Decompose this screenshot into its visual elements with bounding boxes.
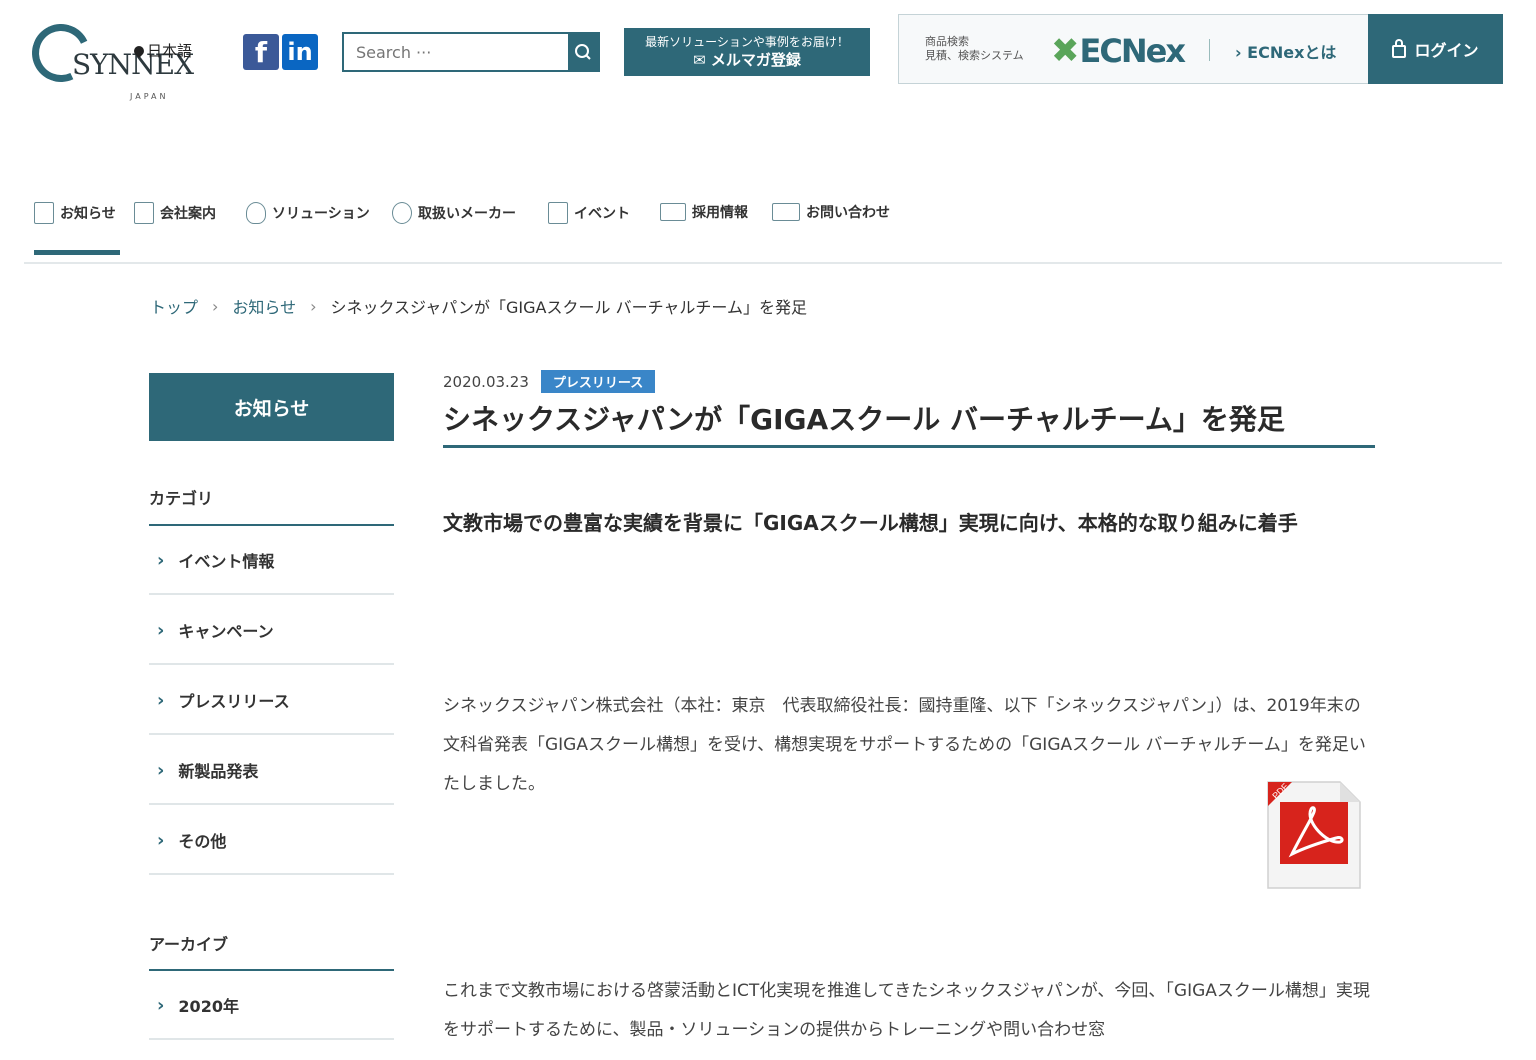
- article-lead: 文教市場での豊富な実績を背景に「GIGAスクール構想」実現に向け、本格的な取り組…: [443, 511, 1298, 535]
- nav-label: お問い合わせ: [806, 205, 890, 221]
- category-badge[interactable]: プレスリリース: [540, 370, 656, 393]
- sidebar-item-label: キャンペーン: [178, 622, 274, 641]
- newsletter-line1: 最新ソリューションや事例をお届け！: [645, 35, 849, 49]
- chevron-right-icon: ›: [157, 549, 165, 571]
- global-nav: お知らせ 会社案内 ソリューション 取扱いメーカー イベント 採用情報 お問い合…: [24, 198, 1502, 264]
- linkedin-icon[interactable]: in: [282, 34, 318, 70]
- breadcrumb: トップ › お知らせ › シネックスジャパンが「GIGAスクール バーチャルチー…: [150, 294, 807, 318]
- ecnex-mark-icon: ✖: [1051, 31, 1079, 71]
- lightbulb-icon: [246, 202, 266, 224]
- nav-active-indicator: [34, 250, 120, 255]
- sidebar-item-campaign[interactable]: › キャンペーン: [149, 597, 394, 665]
- nav-item-contact[interactable]: お問い合わせ: [772, 202, 890, 222]
- language-label: 日本語: [147, 42, 193, 60]
- language-selector[interactable]: 日本語: [131, 40, 193, 61]
- category-rule: [149, 524, 394, 526]
- sidebar-item-press[interactable]: › プレスリリース: [149, 667, 394, 735]
- logo-sub: JAPAN: [130, 92, 169, 101]
- sidebar-item-label: プレスリリース: [178, 692, 290, 711]
- nav-item-solution[interactable]: ソリューション: [246, 202, 370, 224]
- chevron-right-icon: ›: [157, 689, 165, 711]
- nav-item-makers[interactable]: 取扱いメーカー: [392, 202, 516, 224]
- sidebar-item-label: その他: [178, 832, 227, 851]
- building-icon: [134, 202, 154, 224]
- login-label: ログイン: [1414, 41, 1479, 60]
- nav-label: ソリューション: [272, 206, 370, 222]
- category-label: カテゴリ: [149, 489, 214, 508]
- nav-item-event[interactable]: イベント: [548, 202, 630, 224]
- search-box: [342, 32, 600, 72]
- briefcase-icon: [660, 203, 686, 221]
- ecnex-caption: 商品検索 見積、検索システム: [925, 35, 1024, 63]
- breadcrumb-top[interactable]: トップ: [150, 294, 198, 318]
- lock-icon: [1392, 38, 1407, 58]
- sidebar-item-event[interactable]: › イベント情報: [149, 527, 394, 595]
- sidebar-item-label: イベント情報: [178, 552, 275, 571]
- pdf-icon: PDF: [1267, 781, 1361, 889]
- search-icon: [575, 44, 591, 60]
- nav-label: 会社案内: [160, 206, 216, 222]
- nav-item-company[interactable]: 会社案内: [134, 202, 216, 224]
- article-paragraph-1: シネックスジャパン株式会社（本社：東京 代表取締役社長：國持重隆、以下「シネック…: [443, 696, 1366, 794]
- sidebar-item-2020[interactable]: › 2020年: [149, 972, 394, 1040]
- nav-item-recruit[interactable]: 採用情報: [660, 202, 748, 222]
- breadcrumb-news[interactable]: お知らせ: [232, 294, 296, 318]
- chevron-right-icon: ›: [1235, 43, 1248, 62]
- chevron-right-icon: ›: [157, 619, 165, 641]
- chevron-right-icon: ›: [310, 296, 317, 316]
- search-input[interactable]: [344, 34, 568, 70]
- sidebar-heading[interactable]: お知らせ: [149, 373, 394, 441]
- article-paragraph-2: これまで文教市場における啓蒙活動とICT化実現を推進してきたシネックスジャパンが…: [443, 981, 1370, 1040]
- article-title: シネックスジャパンが「GIGAスクール バーチャルチーム」を発足: [443, 398, 1375, 448]
- newsletter-button[interactable]: 最新ソリューションや事例をお届け！ ✉ メルマガ登録: [624, 28, 870, 76]
- ecnex-caption-2: 見積、検索システム: [925, 49, 1024, 62]
- chevron-right-icon: ›: [157, 994, 165, 1016]
- calendar-icon: [548, 202, 568, 224]
- document-icon: [34, 202, 54, 224]
- ecnex-banner[interactable]: 商品検索 見積、検索システム ✖ ECNex › ECNexとは: [898, 14, 1368, 84]
- archive-label: アーカイブ: [149, 935, 229, 954]
- ecnex-divider: [1209, 39, 1210, 61]
- ecnex-about-link[interactable]: › ECNexとは: [1235, 39, 1336, 63]
- ecnex-about-label: ECNexとは: [1247, 43, 1337, 62]
- location-pin-icon: [131, 43, 147, 58]
- ecnex-brand: ✖ ECNex: [1051, 31, 1186, 71]
- chevron-right-icon: ›: [212, 296, 219, 316]
- nav-label: 採用情報: [692, 205, 748, 221]
- article-meta: 2020.03.23 プレスリリース: [443, 370, 656, 393]
- chevron-right-icon: ›: [157, 829, 165, 851]
- sidebar-item-label: 新製品発表: [178, 762, 259, 781]
- article-date: 2020.03.23: [443, 372, 529, 391]
- newsletter-line2: メルマガ登録: [710, 51, 801, 69]
- nav-label: お知らせ: [60, 206, 116, 222]
- facebook-icon[interactable]: f: [243, 34, 279, 70]
- sidebar-item-new-products[interactable]: › 新製品発表: [149, 737, 394, 805]
- nav-label: 取扱いメーカー: [418, 206, 516, 222]
- nav-label: イベント: [574, 206, 630, 222]
- ecnex-brand-text: ECNex: [1079, 32, 1186, 70]
- archive-rule: [149, 969, 394, 971]
- network-icon: [392, 202, 412, 224]
- breadcrumb-current: シネックスジャパンが「GIGAスクール バーチャルチーム」を発足: [330, 298, 807, 317]
- login-button[interactable]: ログイン: [1368, 14, 1503, 84]
- envelope-icon: [772, 203, 800, 221]
- chevron-right-icon: ›: [157, 759, 165, 781]
- pdf-download-icon[interactable]: PDF: [1262, 778, 1362, 890]
- ecnex-caption-1: 商品検索: [925, 35, 969, 48]
- sidebar-item-label: 2020年: [178, 997, 239, 1016]
- search-button[interactable]: [568, 34, 598, 70]
- nav-item-news[interactable]: お知らせ: [34, 202, 116, 224]
- sidebar-item-other[interactable]: › その他: [149, 807, 394, 875]
- envelope-icon: ✉: [693, 51, 711, 69]
